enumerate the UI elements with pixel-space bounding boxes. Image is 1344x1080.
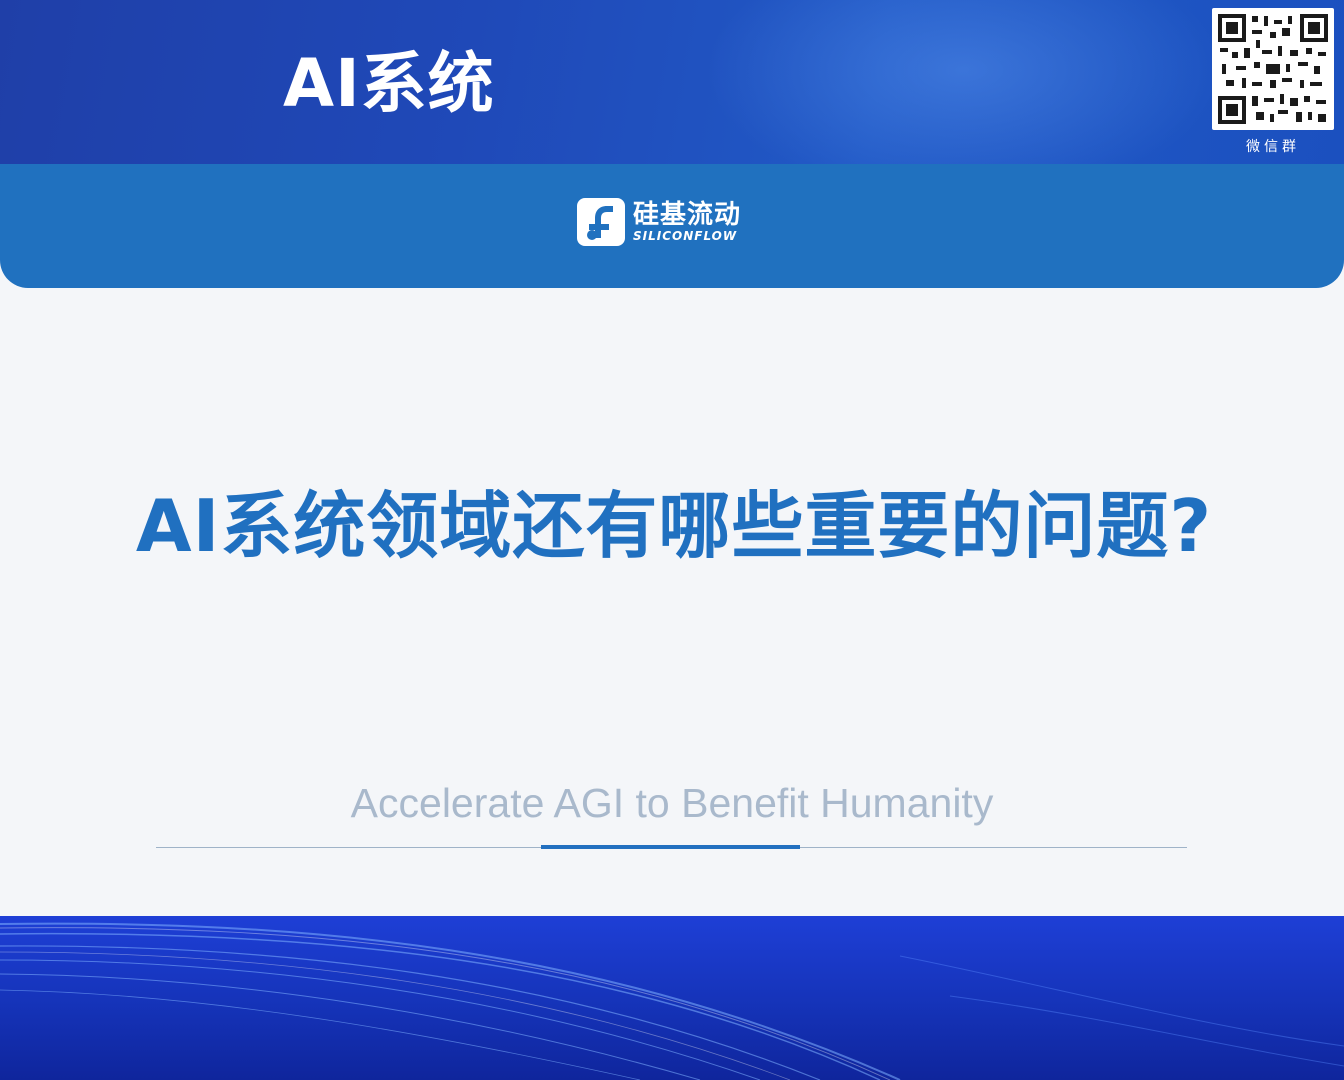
brand-band: 硅基流动 SILICONFLOW [0,164,1344,288]
qr-code-image [1212,8,1334,130]
light-streaks [0,922,1344,1080]
banner-glow [704,0,1224,164]
top-banner: AI系统 微信群 [0,0,1344,164]
slogan: Accelerate AGI to Benefit Humanity [350,780,994,826]
brand-name-cn: 硅基流动 [633,200,742,230]
main-question: AI系统领域还有哪些重要的问题? [135,484,1213,568]
qr-code-block: 微信群 [1212,8,1334,156]
siliconflow-logo-icon [577,198,625,246]
divider-accent [541,845,800,849]
page-title: AI系统 [283,45,495,122]
brand-name-en: SILICONFLOW [633,229,738,243]
qr-caption: 微信群 [1246,139,1300,155]
siliconflow-logo: 硅基流动 SILICONFLOW [577,198,741,246]
bottom-banner [0,916,1344,1080]
